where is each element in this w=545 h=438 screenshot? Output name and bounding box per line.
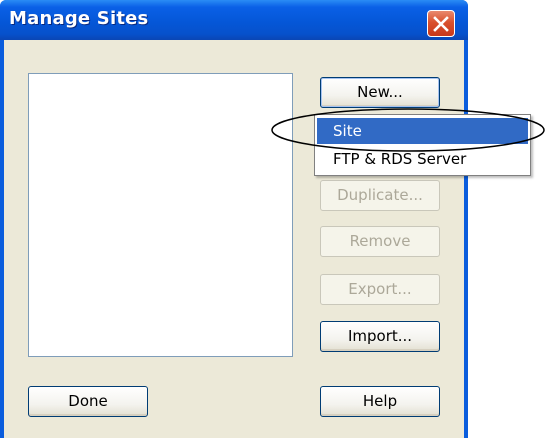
close-button[interactable] xyxy=(427,10,455,37)
export-button[interactable]: Export... xyxy=(320,274,440,305)
menu-item-ftp-rds-server[interactable]: FTP & RDS Server xyxy=(317,146,528,172)
remove-button[interactable]: Remove xyxy=(320,226,440,257)
import-button[interactable]: Import... xyxy=(320,321,440,352)
manage-sites-dialog: Manage Sites New... Duplicate... Remove … xyxy=(0,0,468,438)
done-button[interactable]: Done xyxy=(28,386,148,417)
menu-item-site[interactable]: Site xyxy=(317,118,528,144)
help-button[interactable]: Help xyxy=(320,386,440,417)
new-dropdown-menu: Site FTP & RDS Server xyxy=(314,114,531,176)
site-list[interactable] xyxy=(28,73,293,357)
dialog-body: New... Duplicate... Remove Export... Imp… xyxy=(4,40,464,438)
close-icon xyxy=(433,16,449,32)
duplicate-button[interactable]: Duplicate... xyxy=(320,180,440,211)
window-title: Manage Sites xyxy=(9,8,149,29)
new-button[interactable]: New... xyxy=(320,77,440,108)
title-bar[interactable]: Manage Sites xyxy=(0,0,468,40)
